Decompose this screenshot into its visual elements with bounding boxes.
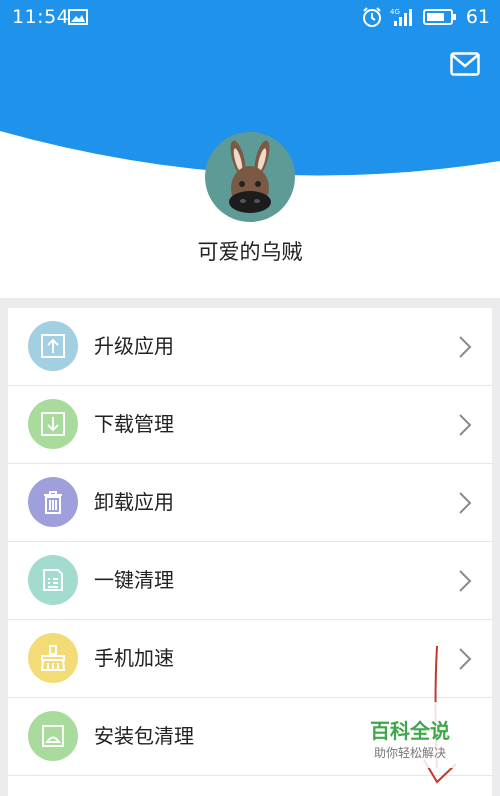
menu-item-label: 安装包清理 [94,724,194,748]
package-clean-icon [28,711,78,761]
image-notification-icon [68,9,88,25]
chevron-right-icon [459,492,472,514]
menu-item-label: 升级应用 [94,334,174,358]
donkey-avatar-icon [229,140,271,213]
trash-icon [28,477,78,527]
chevron-right-icon [459,414,472,436]
signal-4g-label: 4G [390,8,400,16]
menu-item-label: 下载管理 [94,412,174,436]
menu-item-label: 卸载应用 [94,490,174,514]
profile-header: 可爱的乌贼 [0,36,500,298]
menu-item-label: 一键清理 [94,568,174,592]
battery-level: 61 [465,6,490,28]
menu-item-one-key-clean[interactable]: 一键清理 [8,542,492,620]
mail-icon[interactable] [450,52,480,76]
chevron-right-icon [459,570,472,592]
watermark: 百科全说 助你轻松解决 [346,702,474,768]
signal-icon: 4G [390,8,412,26]
menu-item-upgrade[interactable]: 升级应用 [8,308,492,386]
status-bar: 11:54 4G 61 [0,0,500,36]
status-right: 4G 61 [361,6,490,28]
menu-item-label: 手机加速 [94,646,174,670]
avatar[interactable] [205,132,295,222]
broom-icon [28,633,78,683]
username: 可爱的乌贼 [197,240,303,264]
watermark-subtitle: 助你轻松解决 [373,746,446,760]
alarm-icon [362,7,381,27]
clean-document-icon [28,555,78,605]
upgrade-icon [28,321,78,371]
menu-item-uninstall[interactable]: 卸载应用 [8,464,492,542]
watermark-title: 百科全说 [370,719,450,743]
chevron-right-icon [459,336,472,358]
menu-item-download-manager[interactable]: 下载管理 [8,386,492,464]
status-time: 11:54 [12,6,70,28]
download-icon [28,399,78,449]
battery-icon [422,9,456,25]
